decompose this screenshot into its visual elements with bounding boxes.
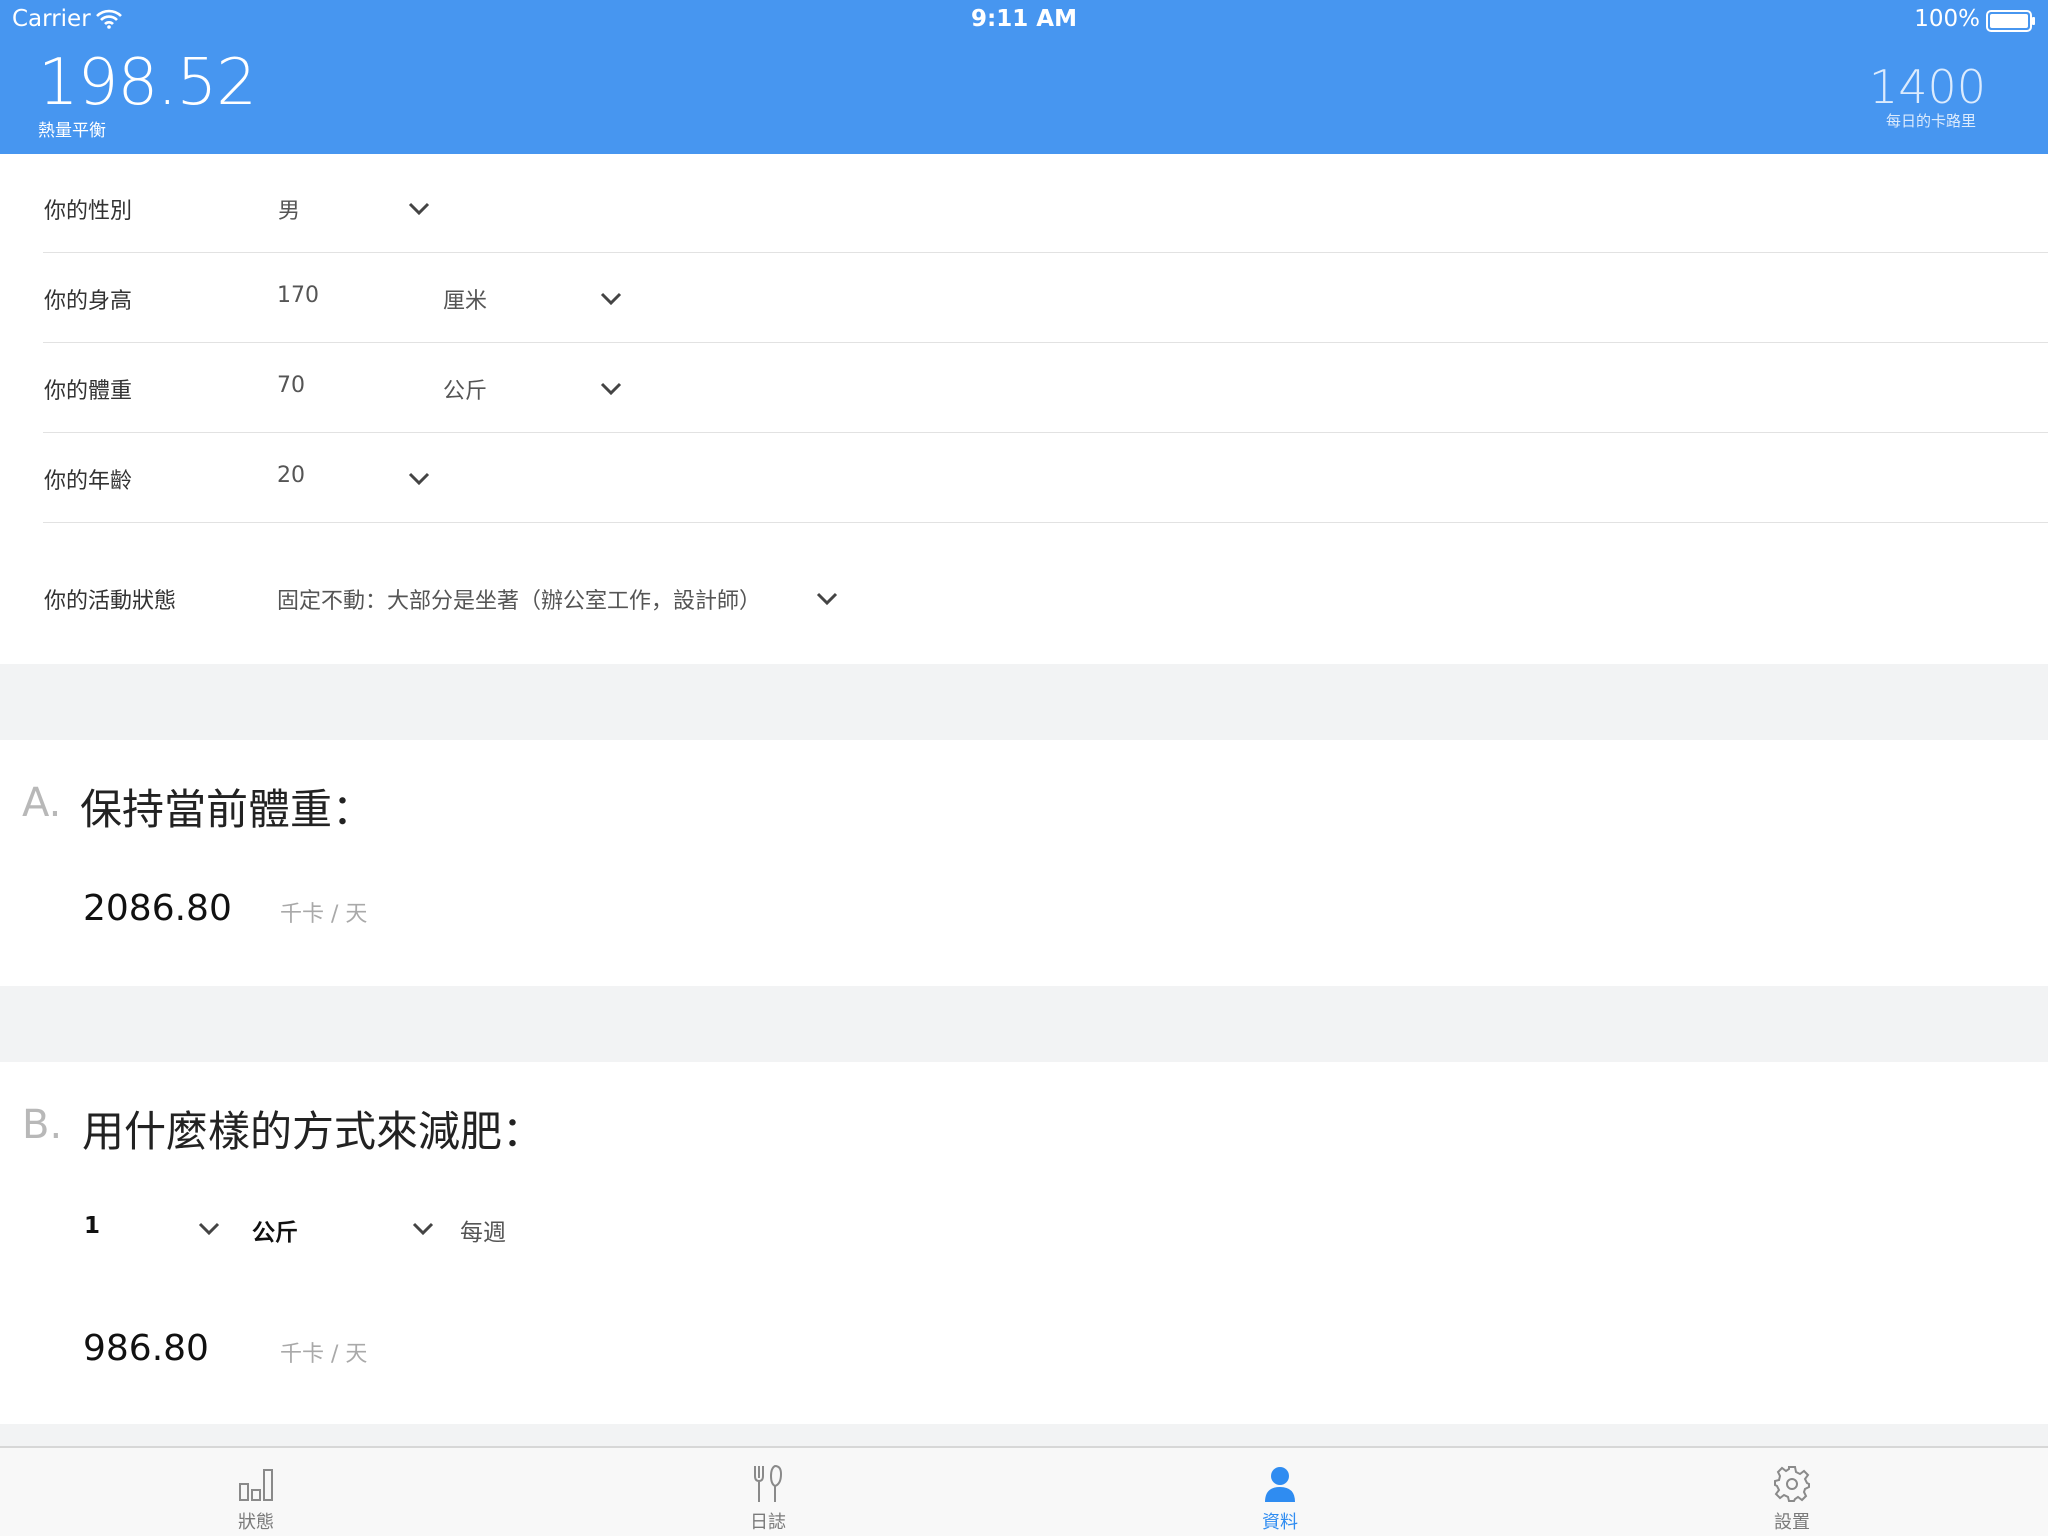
chevron-down-icon xyxy=(600,382,622,396)
gear-icon xyxy=(1774,1466,1810,1502)
chevron-down-icon xyxy=(600,292,622,306)
height-input[interactable]: 170 xyxy=(277,283,319,308)
chevron-down-icon xyxy=(198,1222,220,1236)
tab-label: 日誌 xyxy=(750,1512,786,1533)
chevron-down-icon xyxy=(408,202,430,216)
gender-select[interactable]: 男 xyxy=(276,182,436,232)
tab-diary[interactable]: 日誌 xyxy=(708,1448,828,1536)
age-value: 20 xyxy=(277,463,305,488)
header: Carrier 9:11 AM 100% 198.52 熱量平衡 1400 每日… xyxy=(0,0,2048,154)
status-time: 9:11 AM xyxy=(971,6,1077,32)
divider xyxy=(43,432,2048,433)
person-icon xyxy=(1265,1467,1295,1502)
weight-input[interactable]: 70 xyxy=(277,373,305,398)
activity-value: 固定不動：大部分是坐著（辦公室工作，設計師） xyxy=(277,589,762,614)
height-unit-value: 厘米 xyxy=(443,289,488,314)
tab-status[interactable]: 狀態 xyxy=(196,1448,316,1536)
chevron-down-icon xyxy=(816,592,838,606)
loss-amount-value: 1 xyxy=(84,1213,101,1239)
section-separator xyxy=(0,1424,2048,1448)
section-b-letter: B. xyxy=(22,1102,63,1148)
loss-amount-select[interactable]: 1 xyxy=(82,1202,232,1252)
tab-label: 資料 xyxy=(1262,1512,1298,1533)
divider xyxy=(43,252,2048,253)
loss-calories-unit: 千卡 / 天 xyxy=(280,1342,368,1367)
weight-unit-select[interactable]: 公斤 xyxy=(440,362,630,412)
fork-knife-icon xyxy=(754,1464,783,1502)
chevron-down-icon xyxy=(408,472,430,486)
section-b-title: 用什麼樣的方式來減肥： xyxy=(82,1107,545,1156)
maintain-calories-unit: 千卡 / 天 xyxy=(280,902,368,927)
bar-chart-icon xyxy=(239,1469,273,1501)
gender-label: 你的性別 xyxy=(44,199,133,224)
divider xyxy=(43,342,2048,343)
tab-label: 設置 xyxy=(1774,1512,1810,1533)
weight-label: 你的體重 xyxy=(44,379,133,404)
tab-profile[interactable]: 資料 xyxy=(1220,1448,1340,1536)
age-select[interactable]: 20 xyxy=(276,452,436,502)
loss-unit-value: 公斤 xyxy=(252,1220,298,1246)
loss-unit-select[interactable]: 公斤 xyxy=(250,1202,440,1252)
section-a-letter: A. xyxy=(22,780,62,826)
daily-calories-value: 1400 xyxy=(1868,60,1986,114)
chevron-down-icon xyxy=(412,1222,434,1236)
height-unit-select[interactable]: 厘米 xyxy=(440,272,630,322)
section-a-title: 保持當前體重： xyxy=(80,785,375,834)
maintain-calories-value: 2086.80 xyxy=(83,888,232,929)
activity-select[interactable]: 固定不動：大部分是坐著（辦公室工作，設計師） xyxy=(276,572,846,622)
gender-value: 男 xyxy=(278,199,301,224)
loss-period-label: 每週 xyxy=(460,1220,506,1246)
tab-bar: 狀態 日誌 資料 設置 xyxy=(0,1446,2048,1536)
section-separator xyxy=(0,664,2048,740)
height-label: 你的身高 xyxy=(44,289,133,314)
weight-unit-value: 公斤 xyxy=(443,379,488,404)
battery-icon xyxy=(1986,10,2035,32)
calorie-balance-value: 198.52 xyxy=(38,46,257,120)
calorie-balance-label: 熱量平衡 xyxy=(38,121,106,141)
loss-calories-value: 986.80 xyxy=(83,1328,209,1369)
divider xyxy=(43,522,2048,523)
daily-calories-label: 每日的卡路里 xyxy=(1885,112,1976,130)
activity-label: 你的活動狀態 xyxy=(44,589,177,614)
tab-label: 狀態 xyxy=(238,1512,274,1533)
tab-settings[interactable]: 設置 xyxy=(1732,1448,1852,1536)
battery-percentage: 100% xyxy=(1914,6,1980,32)
age-label: 你的年齡 xyxy=(44,469,133,494)
section-separator xyxy=(0,986,2048,1062)
